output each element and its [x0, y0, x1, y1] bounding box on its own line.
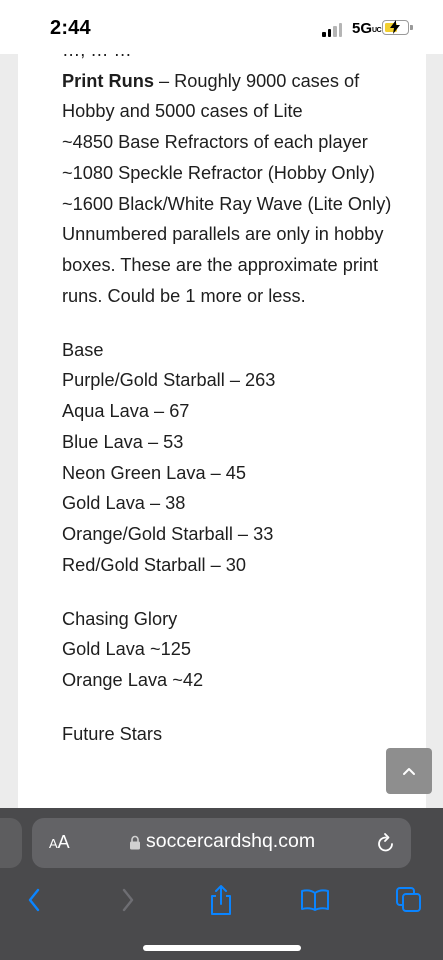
- print-run-line: ~1600 Black/White Ray Wave (Lite Only): [62, 193, 392, 214]
- previous-tab-preview[interactable]: [0, 818, 22, 868]
- section-heading-future-stars: Future Stars: [62, 724, 163, 745]
- share-button[interactable]: [199, 880, 243, 920]
- browser-toolbar: AA soccercardshq.com: [0, 808, 443, 960]
- signal-icon: [322, 23, 342, 37]
- browser-nav-bar: [0, 880, 443, 920]
- list-item: Purple/Gold Starball – 263: [62, 370, 276, 391]
- list-item: Gold Lava ~125: [62, 639, 191, 660]
- forward-icon: [122, 888, 134, 912]
- share-icon: [211, 885, 231, 915]
- list-item: Red/Gold Starball – 30: [62, 554, 247, 575]
- chevron-up-icon: [403, 768, 415, 775]
- status-time: 2:44: [50, 17, 91, 39]
- print-runs-paragraph: Print Runs – Roughly 9000 cases of Hobby…: [62, 66, 392, 127]
- list-item: Neon Green Lava – 45: [62, 462, 247, 483]
- reader-options-button[interactable]: AA: [49, 832, 70, 853]
- scroll-to-top-button[interactable]: [386, 748, 432, 794]
- print-run-note: Unnumbered parallels are only in hobby b…: [62, 224, 384, 306]
- lock-icon: [130, 835, 140, 850]
- network-badge: UC: [372, 27, 382, 34]
- back-icon: [28, 888, 40, 912]
- home-indicator[interactable]: [143, 945, 301, 951]
- address-bar[interactable]: AA soccercardshq.com: [32, 818, 411, 868]
- list-item: Aqua Lava – 67: [62, 401, 190, 422]
- bookmarks-icon: [301, 889, 329, 911]
- tabs-icon: [396, 887, 421, 912]
- forward-button[interactable]: [106, 880, 150, 920]
- list-item: Blue Lava – 53: [62, 431, 184, 452]
- bookmarks-button[interactable]: [293, 880, 337, 920]
- battery-icon: [382, 20, 409, 35]
- list-item: Orange/Gold Starball – 33: [62, 523, 274, 544]
- back-button[interactable]: [12, 880, 56, 920]
- section-heading-chasing-glory: Chasing Glory: [62, 608, 178, 629]
- reload-icon[interactable]: [376, 832, 396, 854]
- tabs-button[interactable]: [387, 880, 431, 920]
- print-runs-label: Print Runs: [62, 70, 154, 91]
- network-label: 5G: [352, 20, 373, 37]
- print-run-line: ~4850 Base Refractors of each player: [62, 132, 368, 153]
- list-item: Orange Lava ~42: [62, 670, 204, 691]
- print-run-line: ~1080 Speckle Refractor (Hobby Only): [62, 162, 375, 183]
- url-text: soccercardshq.com: [146, 830, 316, 852]
- article-body: …, … … Print Runs – Roughly 9000 cases o…: [18, 54, 426, 814]
- partial-line: …, … …: [62, 54, 392, 66]
- status-bar: 2:44 5GUC: [0, 0, 443, 54]
- section-heading-base: Base: [62, 339, 104, 360]
- network-indicator: 5GUC: [352, 20, 382, 37]
- list-item: Gold Lava – 38: [62, 493, 186, 514]
